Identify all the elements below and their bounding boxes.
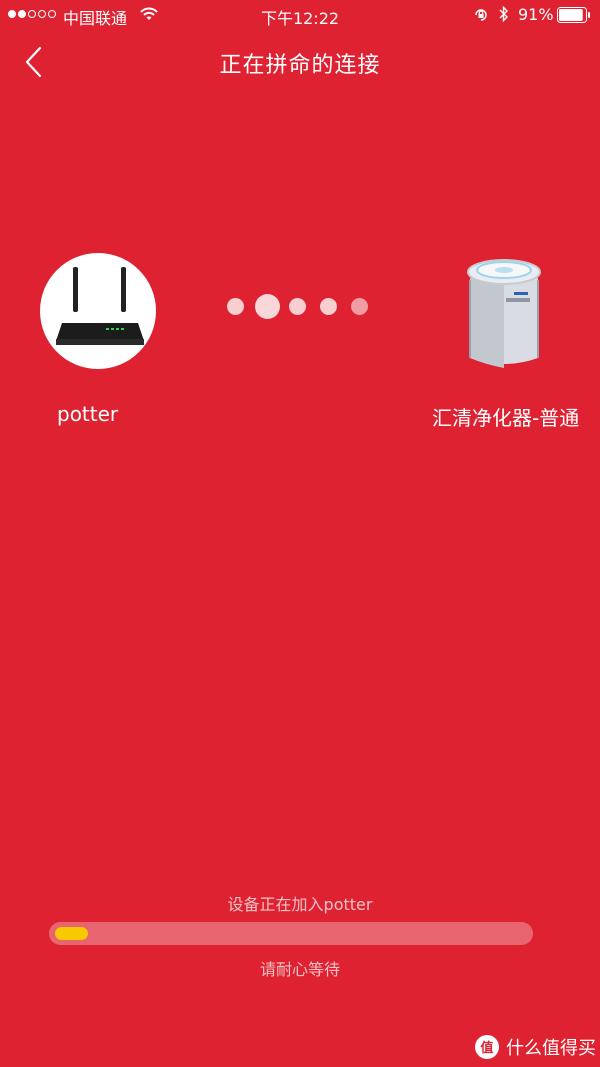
joining-status-text: 设备正在加入potter: [227, 895, 373, 914]
svg-text:值: 值: [480, 1040, 493, 1056]
progress-dot: [255, 294, 280, 319]
progress-bar-fill: [55, 927, 88, 940]
progress-dot: [227, 298, 244, 315]
router-device-avatar: [40, 253, 156, 369]
bluetooth-icon: [498, 5, 510, 27]
wait-hint-text: 请耐心等待: [259, 960, 340, 979]
router-icon: [56, 267, 144, 345]
purifier-device-image: [462, 258, 546, 374]
connection-progress-dots: [226, 294, 376, 320]
battery-percent: 91%: [518, 5, 554, 24]
rotation-lock-icon: [473, 7, 489, 27]
watermark: 值 什么值得买: [474, 1034, 596, 1060]
page-title: 正在拼命的连接: [219, 53, 381, 78]
router-name: potter: [57, 402, 119, 426]
purifier-name: 汇清净化器-普通: [432, 406, 580, 430]
battery-icon: [557, 7, 591, 27]
watermark-text: 什么值得买: [506, 1038, 596, 1059]
clock: 下午12:22: [260, 9, 340, 28]
air-purifier-icon: [467, 259, 541, 368]
progress-bar: [49, 922, 533, 945]
progress-dot: [289, 298, 306, 315]
progress-dot: [351, 298, 368, 315]
progress-dot: [320, 298, 337, 315]
smzdm-logo-icon: 值: [475, 1035, 499, 1059]
status-bar: 中国联通 下午12:22 91%: [0, 0, 600, 30]
